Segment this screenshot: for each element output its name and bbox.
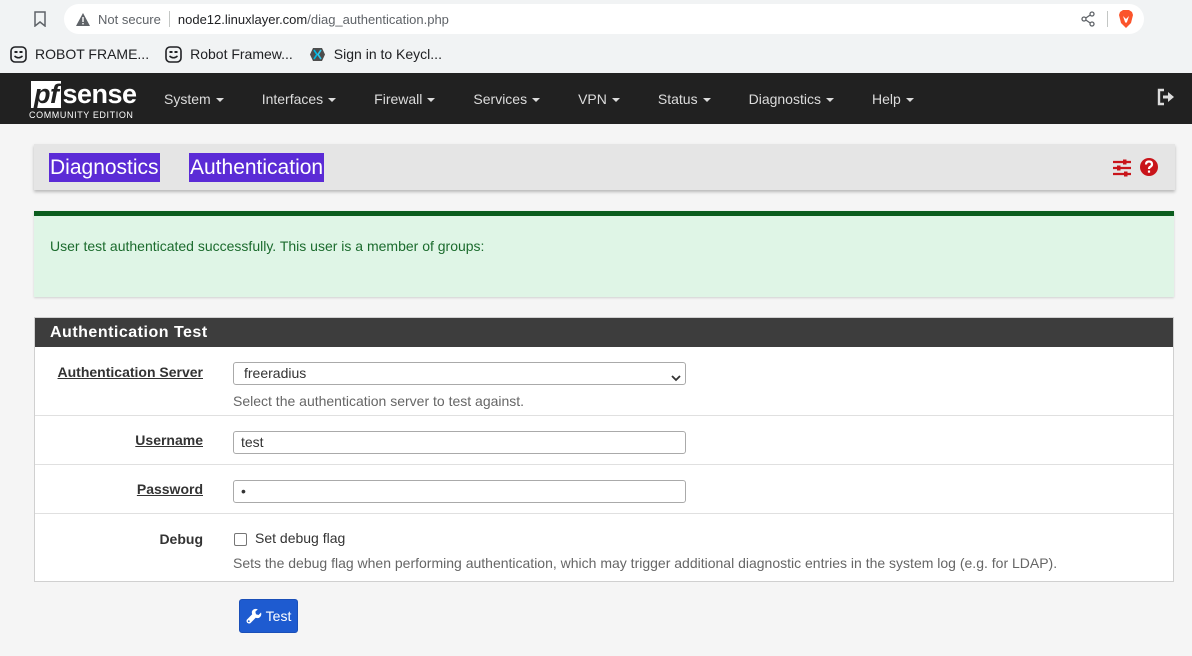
caret-down-icon bbox=[905, 97, 914, 102]
caret-down-icon bbox=[532, 97, 541, 102]
caret-down-icon bbox=[611, 97, 620, 102]
share-icon[interactable] bbox=[1080, 11, 1096, 27]
top-navbar: pf sense COMMUNITY EDITION System Interfa… bbox=[0, 73, 1192, 124]
wrench-icon bbox=[246, 608, 262, 624]
username-row: Username test bbox=[35, 416, 1173, 465]
menu-diagnostics[interactable]: Diagnostics bbox=[749, 91, 834, 107]
auth-server-help: Select the authentication server to test… bbox=[233, 393, 525, 409]
caret-down-icon bbox=[702, 97, 711, 102]
menu-system[interactable]: System bbox=[164, 91, 224, 107]
logo-wordmark: pf sense bbox=[31, 79, 137, 109]
bookmarks-bar: ROBOT FRAME... Robot Framew... Sign in t… bbox=[0, 40, 448, 68]
username-label: Username bbox=[135, 432, 203, 448]
menu-services[interactable]: Services bbox=[473, 91, 541, 107]
sliders-icon[interactable] bbox=[1112, 158, 1132, 178]
caret-down-icon bbox=[215, 97, 224, 102]
caret-down-icon bbox=[825, 97, 834, 102]
alert-message: User test authenticated successfully. Th… bbox=[50, 238, 485, 254]
auth-server-select[interactable]: freeradius bbox=[233, 362, 686, 385]
brave-shield-icon[interactable] bbox=[1118, 9, 1134, 29]
panel-title: Authentication Test bbox=[35, 318, 1173, 347]
menu-vpn[interactable]: VPN bbox=[578, 91, 620, 107]
menu-firewall[interactable]: Firewall bbox=[374, 91, 436, 107]
debug-checkbox[interactable] bbox=[234, 533, 247, 546]
menu-help[interactable]: Help bbox=[872, 91, 914, 107]
url-divider bbox=[1107, 11, 1108, 27]
username-field[interactable]: test bbox=[233, 431, 686, 454]
auth-server-row: Authentication Server freeradius Select … bbox=[35, 347, 1173, 416]
bookmark-label: ROBOT FRAME... bbox=[35, 46, 150, 62]
bookmark-item[interactable]: Sign in to Keycl... bbox=[309, 42, 442, 66]
bookmark-icon[interactable] bbox=[28, 8, 52, 30]
password-label: Password bbox=[136, 481, 203, 497]
url-path: /diag_authentication.php bbox=[307, 11, 449, 27]
debug-help: Sets the debug flag when performing auth… bbox=[233, 555, 1058, 571]
help-icon[interactable] bbox=[1139, 157, 1159, 177]
menu-interfaces[interactable]: Interfaces bbox=[262, 91, 337, 107]
warning-icon bbox=[76, 12, 90, 26]
auth-server-label: Authentication Server bbox=[57, 364, 203, 380]
robot-icon bbox=[165, 45, 182, 63]
password-field[interactable]: • bbox=[233, 480, 686, 503]
main-menu: System Interfaces Firewall Services VPN … bbox=[164, 73, 914, 124]
bookmark-item[interactable]: Robot Framew... bbox=[165, 42, 293, 66]
address-bar[interactable]: Not secure node12.linuxlayer.com/diag_au… bbox=[64, 4, 1144, 34]
url-separator bbox=[168, 11, 170, 27]
bookmark-item[interactable]: ROBOT FRAME... bbox=[10, 42, 149, 66]
bookmark-label: Robot Framew... bbox=[190, 46, 293, 62]
password-row: Password • bbox=[35, 465, 1173, 514]
chevron-down-icon bbox=[671, 368, 681, 382]
robot-icon bbox=[10, 45, 27, 63]
caret-down-icon bbox=[427, 97, 436, 102]
test-button-label: Test bbox=[265, 608, 292, 624]
security-status: Not secure bbox=[98, 11, 161, 27]
caret-down-icon bbox=[328, 97, 337, 102]
url-host: node12.linuxlayer.com bbox=[177, 11, 308, 27]
breadcrumb-page[interactable]: Authentication bbox=[189, 153, 325, 182]
logo-edition: COMMUNITY EDITION bbox=[29, 110, 134, 120]
debug-checkbox-label[interactable]: Set debug flag bbox=[255, 530, 345, 546]
browser-toolbar: Not secure node12.linuxlayer.com/diag_au… bbox=[0, 0, 1192, 73]
menu-status[interactable]: Status bbox=[658, 91, 711, 107]
debug-label: Debug bbox=[159, 531, 203, 547]
keycloak-icon bbox=[309, 46, 326, 63]
bookmark-label: Sign in to Keycl... bbox=[333, 46, 442, 62]
logout-icon[interactable] bbox=[1156, 88, 1176, 106]
auth-test-panel: Authentication Test Authentication Serve… bbox=[34, 317, 1174, 582]
auth-server-value: freeradius bbox=[244, 365, 307, 381]
success-alert: User test authenticated successfully. Th… bbox=[34, 211, 1174, 297]
test-button[interactable]: Test bbox=[239, 599, 298, 633]
pfsense-logo[interactable]: pf sense COMMUNITY EDITION bbox=[29, 79, 137, 121]
debug-row: Debug Set debug flag Sets the debug flag… bbox=[35, 514, 1173, 581]
breadcrumb: Diagnostics / Authentication bbox=[34, 144, 1175, 190]
breadcrumb-section[interactable]: Diagnostics bbox=[49, 153, 160, 182]
